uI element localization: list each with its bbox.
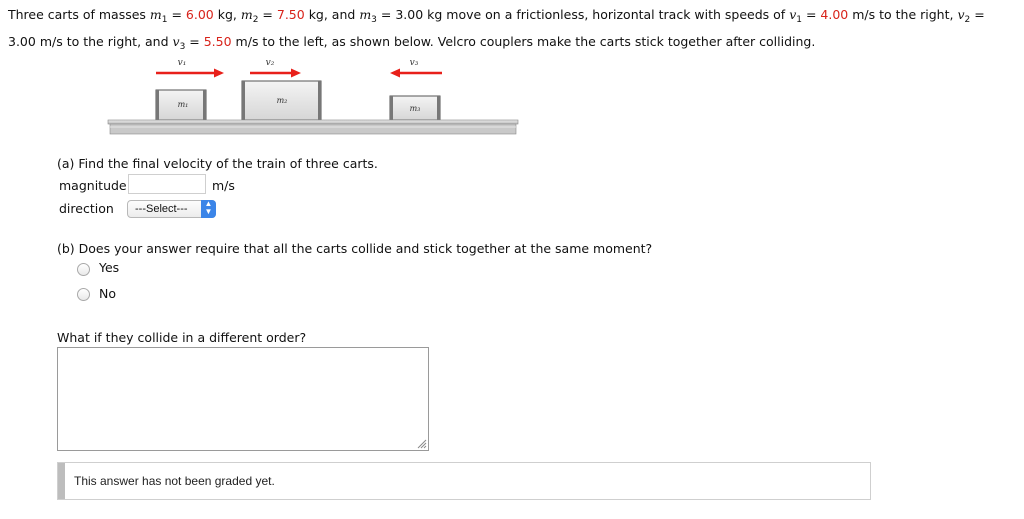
cart-m2: m₂: [241, 80, 322, 121]
m3-label: m₃: [410, 104, 421, 113]
radio-no-label: No: [99, 286, 116, 301]
grading-notice: This answer has not been graded yet.: [57, 462, 871, 500]
cart-m3: m₃: [389, 95, 441, 121]
problem-statement: Three carts of masses m1 = 6.00 kg, m2 =…: [8, 7, 985, 52]
m1-value: 6.00: [185, 7, 214, 22]
v1-arrow-icon: [156, 68, 224, 78]
radio-no[interactable]: [77, 288, 90, 301]
v2-label: v₂: [266, 58, 275, 68]
direction-label: direction: [59, 201, 114, 216]
magnitude-label: magnitude: [59, 178, 127, 193]
m2-value: 7.50: [276, 7, 305, 22]
v1-value: 4.00: [820, 7, 849, 22]
v1-label: v₁: [178, 58, 187, 68]
what-if-answer-textarea[interactable]: [57, 347, 429, 451]
m2-label: m₂: [277, 96, 288, 105]
track: [107, 119, 519, 135]
unit-label: m/s: [212, 178, 235, 193]
direction-select[interactable]: ---Select--- ▲ ▼: [127, 200, 216, 218]
part-a-prompt: (a) Find the final velocity of the train…: [57, 156, 378, 171]
v2-arrow-icon: [250, 68, 301, 78]
v3-arrow-icon: [390, 68, 442, 78]
magnitude-input[interactable]: [128, 174, 206, 194]
radio-yes[interactable]: [77, 263, 90, 276]
what-if-prompt: What if they collide in a different orde…: [57, 330, 307, 345]
v3-label: v₃: [410, 58, 419, 68]
radio-yes-label: Yes: [99, 260, 120, 275]
resize-grip-icon[interactable]: [417, 439, 427, 449]
v3-value: 5.50: [203, 34, 232, 49]
grading-message: This answer has not been graded yet.: [74, 474, 275, 488]
direction-select-value: ---Select---: [135, 203, 188, 215]
cart-m1: m₁: [155, 89, 207, 121]
m1-label: m₁: [178, 100, 189, 109]
select-updown-icon: ▲ ▼: [201, 200, 216, 218]
notice-accent-bar: [58, 463, 65, 499]
carts-figure: v₁ v₂ v₃ m₁ m₂ m₃: [107, 58, 519, 135]
part-b-prompt: (b) Does your answer require that all th…: [57, 241, 653, 256]
